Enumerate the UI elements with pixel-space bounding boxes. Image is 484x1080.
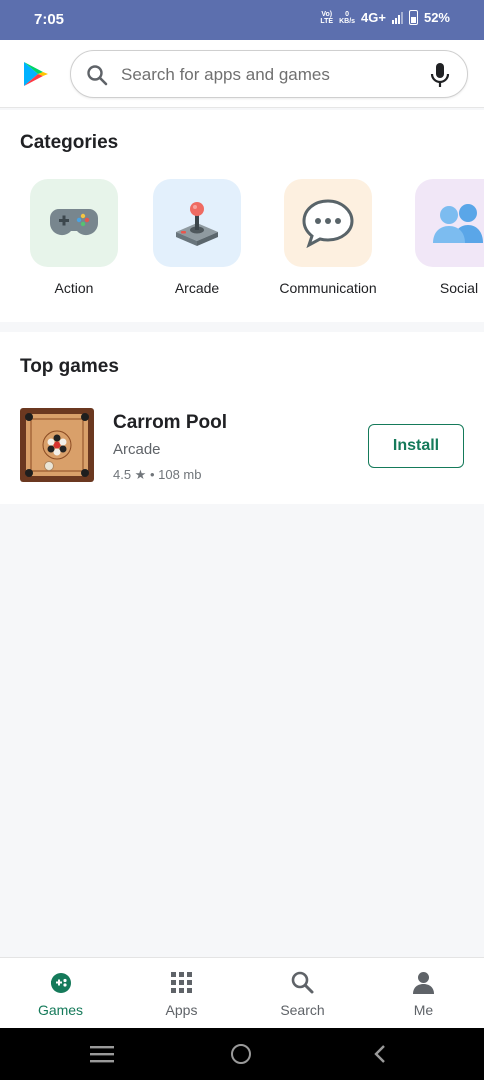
game-name: Carrom Pool: [113, 412, 228, 433]
microphone-icon[interactable]: [429, 62, 451, 88]
search-bar[interactable]: Search for apps and games: [70, 50, 468, 98]
speech-bubble-icon: [302, 199, 354, 248]
categories-section: Categories Action Arcade Communication S…: [0, 110, 484, 322]
nav-label: Apps: [165, 1002, 198, 1018]
category-label: Action: [54, 280, 94, 296]
signal-icon: [391, 11, 403, 24]
category-arcade[interactable]: Arcade: [132, 179, 262, 296]
game-rating-size: 4.5 ★ • 108 mb: [113, 467, 202, 482]
categories-title: Categories: [20, 132, 119, 153]
nav-label: Games: [37, 1002, 84, 1018]
status-bar: 7:05 Vo) LTE 0 KB/s 4G+ 52%: [0, 0, 484, 40]
network-speed: 0 KB/s: [339, 10, 356, 25]
nav-apps[interactable]: Apps: [121, 958, 242, 1029]
battery-percent: 52%: [423, 10, 450, 25]
category-tile: [30, 179, 118, 267]
search-placeholder: Search for apps and games: [121, 65, 330, 84]
back-icon[interactable]: [372, 1044, 388, 1064]
carrom-board-icon: [20, 408, 94, 482]
gamepad-icon: [49, 209, 99, 236]
category-action[interactable]: Action: [9, 179, 139, 296]
top-games-title: Top games: [20, 356, 119, 377]
nav-games[interactable]: Games: [0, 958, 121, 1029]
game-list-item[interactable]: Carrom Pool Arcade 4.5 ★ • 108 mb Instal…: [0, 408, 484, 482]
apps-grid-icon: [171, 972, 192, 993]
category-tile: [153, 179, 241, 267]
recent-apps-icon[interactable]: [90, 1045, 114, 1063]
joystick-icon: [176, 202, 218, 246]
category-tile: [415, 179, 484, 267]
category-social[interactable]: Social: [394, 179, 484, 296]
category-communication[interactable]: Communication: [263, 179, 393, 296]
top-games-section: Top games Carrom Pool Arcade 4.5 ★ • 108…: [0, 332, 484, 504]
install-button[interactable]: Install: [368, 424, 464, 468]
people-icon: [433, 204, 483, 243]
category-label: Communication: [279, 280, 377, 296]
nav-search[interactable]: Search: [242, 958, 363, 1029]
category-tile: [284, 179, 372, 267]
nav-label: Search: [280, 1002, 325, 1018]
category-label: Arcade: [174, 280, 220, 296]
nav-me[interactable]: Me: [363, 958, 484, 1029]
search-icon: [291, 971, 314, 994]
network-type: 4G+: [361, 10, 386, 25]
home-icon[interactable]: [231, 1044, 251, 1064]
person-icon: [413, 972, 434, 994]
category-label: Social: [439, 280, 479, 296]
volte-indicator: Vo) LTE: [320, 10, 334, 25]
status-icons: Vo) LTE 0 KB/s 4G+ 52%: [320, 10, 450, 25]
games-icon: [50, 973, 71, 993]
game-category: Arcade: [113, 441, 161, 458]
bottom-navigation: Games Apps Search Me: [0, 957, 484, 1028]
status-time: 7:05: [34, 11, 65, 28]
system-navigation-bar: [0, 1028, 484, 1080]
nav-label: Me: [413, 1002, 434, 1018]
battery-icon: [408, 10, 418, 25]
top-bar: Search for apps and games: [0, 40, 484, 108]
search-icon: [87, 65, 108, 86]
play-store-logo-icon[interactable]: [22, 60, 50, 88]
